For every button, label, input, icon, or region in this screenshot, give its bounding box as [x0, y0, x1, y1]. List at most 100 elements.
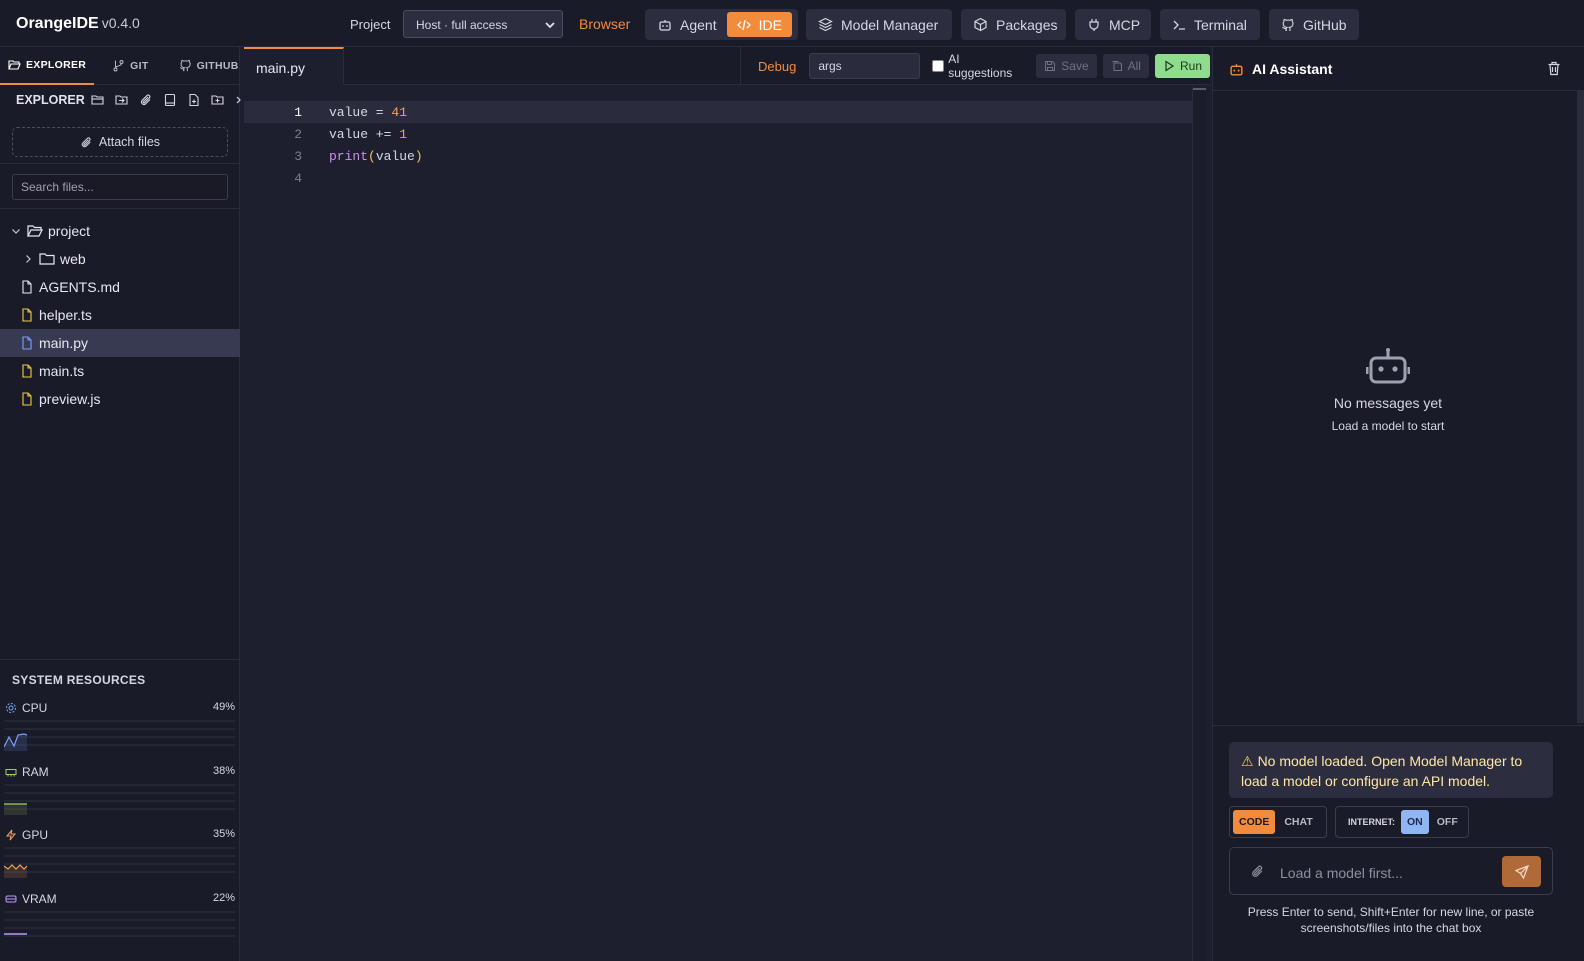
vram-usage-graph — [4, 911, 235, 937]
scrollbar-thumb[interactable] — [1193, 88, 1206, 100]
tree-item-label: project — [48, 223, 91, 239]
terminal-button[interactable]: Terminal — [1160, 9, 1260, 40]
app-brand: OrangeIDE v0.4.0 — [16, 15, 140, 33]
paperclip-icon[interactable] — [1250, 864, 1265, 879]
divider — [1213, 725, 1584, 726]
ai-suggestions-label: AI suggestions — [948, 52, 1013, 80]
warning-icon: ⚠ — [1241, 753, 1254, 769]
system-resources: SYSTEM RESOURCES CPU 49% RAM 38% GPU 35% — [0, 659, 240, 961]
ide-button[interactable]: IDE — [726, 12, 792, 37]
code-area[interactable]: 1 value = 41 2 value += 1 3 print(value) 4 — [244, 101, 1194, 189]
editor-tab-main-py[interactable]: main.py — [244, 47, 344, 85]
search-files-input[interactable] — [12, 174, 228, 200]
left-tab-bar: EXPLORER GIT GITHUB — [0, 47, 239, 85]
folder-icon — [39, 252, 55, 266]
line-source: value += 1 — [329, 127, 407, 142]
resource-percent: 35% — [212, 828, 235, 840]
tab-github[interactable]: GITHUB — [171, 47, 247, 85]
model-manager-button[interactable]: Model Manager — [806, 9, 952, 40]
mode-code-button[interactable]: CODE — [1233, 810, 1276, 834]
resource-label: RAM — [5, 765, 49, 779]
notebook-icon[interactable] — [163, 93, 177, 107]
packages-label: Packages — [996, 16, 1058, 33]
file-icon — [20, 364, 34, 378]
mcp-button[interactable]: MCP — [1075, 9, 1151, 40]
ai-suggestions-checkbox[interactable] — [932, 60, 945, 72]
file-icon — [20, 392, 34, 406]
paperclip-icon — [80, 136, 93, 149]
tree-folder-web[interactable]: web — [0, 245, 240, 273]
debug-button[interactable]: Debug — [758, 59, 796, 74]
tree-file-helper-ts[interactable]: helper.ts — [0, 301, 240, 329]
mode-chat-button[interactable]: CHAT — [1278, 810, 1318, 834]
save-label: Save — [1061, 59, 1089, 73]
import-folder-icon[interactable] — [115, 93, 129, 107]
resource-cpu: CPU 49% — [0, 701, 240, 761]
ai-suggestions-toggle[interactable]: AI suggestions — [932, 52, 1026, 80]
new-file-icon[interactable] — [187, 93, 201, 107]
tree-folder-project[interactable]: project — [0, 217, 240, 245]
internet-toggle: INTERNET: ON OFF — [1335, 806, 1469, 838]
chat-input[interactable] — [1280, 862, 1490, 884]
code-line[interactable]: 3 print(value) — [244, 145, 1194, 167]
code-token: ) — [414, 148, 423, 164]
chevron-right-icon[interactable] — [235, 93, 243, 107]
send-button[interactable] — [1502, 856, 1541, 887]
ai-assistant-panel: AI Assistant No messages yet Load a mode… — [1212, 47, 1584, 961]
browser-link[interactable]: Browser — [579, 16, 630, 32]
paperclip-icon[interactable] — [139, 93, 153, 107]
chevron-right-icon — [22, 253, 34, 265]
tree-file-agents-md[interactable]: AGENTS.md — [0, 273, 240, 301]
ide-label: IDE — [758, 16, 782, 33]
editor-pane: main.py Debug AI suggestions Save All Ru… — [244, 47, 1210, 961]
code-token: value — [375, 148, 415, 164]
open-folder-icon[interactable] — [91, 93, 105, 107]
system-resources-title: SYSTEM RESOURCES — [12, 673, 146, 687]
resource-label: VRAM — [5, 892, 57, 906]
tab-explorer-label: EXPLORER — [26, 58, 87, 71]
chat-scrollbar[interactable] — [1577, 91, 1584, 723]
editor-scrollbar[interactable] — [1192, 87, 1206, 961]
tree-item-label: preview.js — [39, 391, 101, 407]
tree-file-main-py[interactable]: main.py — [0, 329, 240, 357]
save-all-button[interactable]: All — [1102, 54, 1149, 78]
tree-file-preview-js[interactable]: preview.js — [0, 385, 240, 413]
resource-percent: 38% — [212, 765, 235, 777]
code-line[interactable]: 4 — [244, 167, 1194, 189]
github-icon — [1281, 18, 1295, 32]
code-token: ( — [368, 148, 376, 164]
args-input[interactable] — [809, 53, 921, 79]
tab-git[interactable]: GIT — [104, 47, 156, 85]
run-button[interactable]: Run — [1154, 54, 1210, 78]
save-button[interactable]: Save — [1036, 54, 1097, 78]
gpu-usage-graph — [4, 847, 235, 878]
code-line[interactable]: 1 value = 41 — [244, 101, 1194, 123]
file-icon — [20, 280, 34, 294]
code-icon — [736, 18, 751, 32]
agent-button[interactable]: Agent — [648, 12, 727, 37]
new-folder-icon[interactable] — [211, 93, 225, 107]
tab-explorer[interactable]: EXPLORER — [0, 47, 95, 85]
code-line[interactable]: 2 value += 1 — [244, 123, 1194, 145]
internet-label: INTERNET: — [1348, 817, 1395, 827]
file-tree: project web AGENTS.md helper.ts main.py … — [0, 217, 240, 413]
ai-assistant-title: AI Assistant — [1229, 61, 1332, 77]
empty-chat-state: No messages yet Load a model to start — [1213, 347, 1563, 433]
project-select[interactable]: Host · full access — [403, 10, 563, 38]
attach-files-button[interactable]: Attach files — [12, 127, 228, 157]
agent-label: Agent — [680, 16, 717, 33]
internet-off-button[interactable]: OFF — [1431, 810, 1464, 834]
run-label: Run — [1179, 59, 1202, 73]
tree-file-main-ts[interactable]: main.ts — [0, 357, 240, 385]
packages-button[interactable]: Packages — [961, 9, 1066, 40]
resource-name: RAM — [22, 765, 49, 779]
editor-tab-bar: main.py Debug AI suggestions Save All Ru… — [244, 47, 1210, 85]
trash-icon[interactable] — [1547, 61, 1561, 76]
bolt-icon — [5, 829, 17, 841]
folder-open-icon — [8, 58, 21, 71]
github-button[interactable]: GitHub — [1269, 9, 1359, 40]
tree-item-label: main.py — [39, 335, 89, 351]
chevron-down-icon — [544, 19, 556, 31]
editor-toolbar: Debug AI suggestions Save All Run — [740, 47, 1210, 85]
internet-on-button[interactable]: ON — [1401, 810, 1429, 834]
